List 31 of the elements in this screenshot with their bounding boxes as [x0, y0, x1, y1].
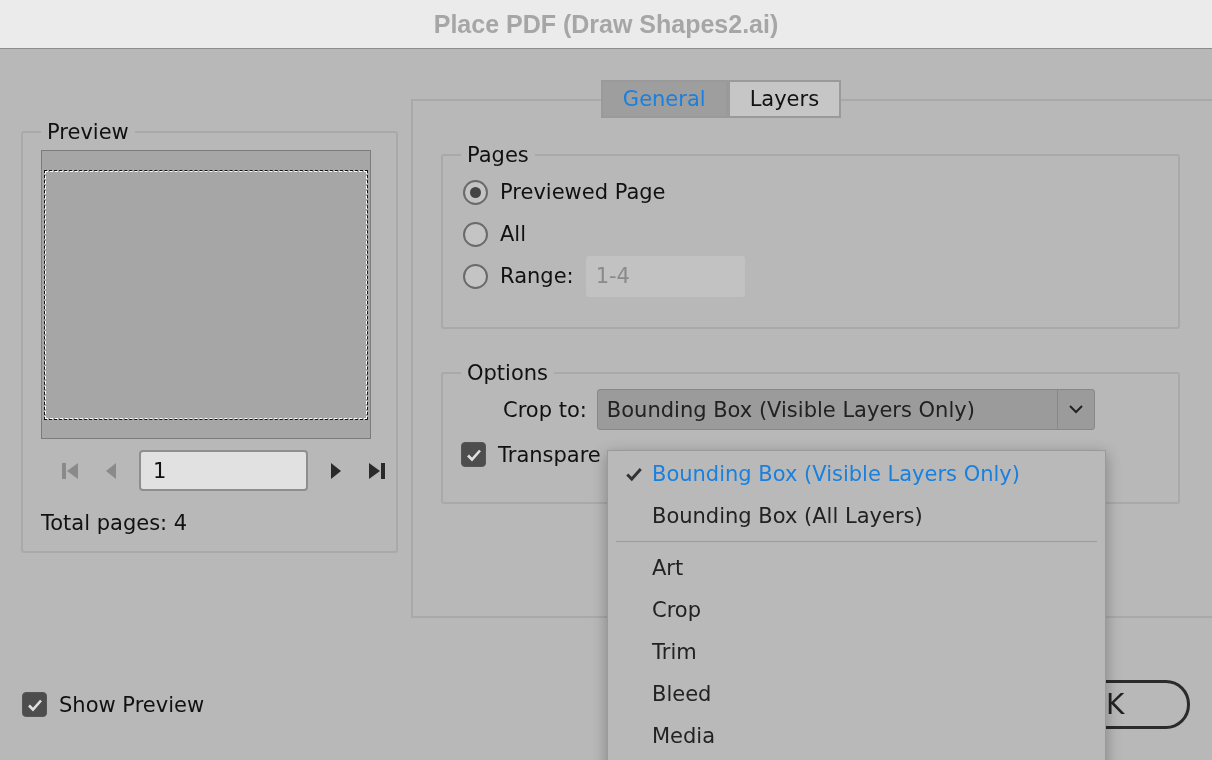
radio-button[interactable]: [463, 263, 488, 289]
radio-label: Range:: [500, 264, 574, 288]
total-pages-text: Total pages: 4: [41, 511, 189, 535]
radio-button[interactable]: [463, 221, 488, 247]
previous-page-icon: [105, 460, 117, 481]
menu-item[interactable]: Media: [608, 715, 1105, 757]
menu-item[interactable]: Trim: [608, 631, 1105, 673]
group-title: Pages: [466, 143, 530, 167]
checkbox-label: Transpare: [498, 442, 601, 467]
next-page-icon: [330, 460, 342, 481]
checkmark-icon: [625, 465, 643, 483]
checkbox[interactable]: [461, 442, 486, 467]
radio-label: All: [500, 222, 527, 246]
first-page-icon: [62, 460, 80, 481]
menu-item[interactable]: Art: [608, 547, 1105, 589]
menu-item[interactable]: Bounding Box (All Layers): [608, 495, 1105, 537]
tab[interactable]: Layers: [727, 80, 842, 118]
checkbox-label: Show Preview: [59, 692, 205, 717]
window-title: Place PDF (Draw Shapes2.ai): [433, 9, 779, 39]
group-title: Preview: [46, 120, 130, 144]
radio-label: Previewed Page: [500, 180, 666, 204]
menu-item[interactable]: Crop: [608, 589, 1105, 631]
chevron-down-icon: [1068, 405, 1083, 414]
group-title: Options: [466, 361, 550, 385]
last-page-icon: [367, 460, 385, 481]
page-number-field[interactable]: 1: [139, 450, 308, 491]
crop-dropdown[interactable]: Bounding Box (Visible Layers Only): [596, 389, 1095, 430]
crop-label: Crop to:: [503, 397, 587, 422]
radio-button[interactable]: [463, 179, 488, 205]
menu-item[interactable]: Bleed: [608, 673, 1105, 715]
checkbox[interactable]: [22, 692, 47, 717]
